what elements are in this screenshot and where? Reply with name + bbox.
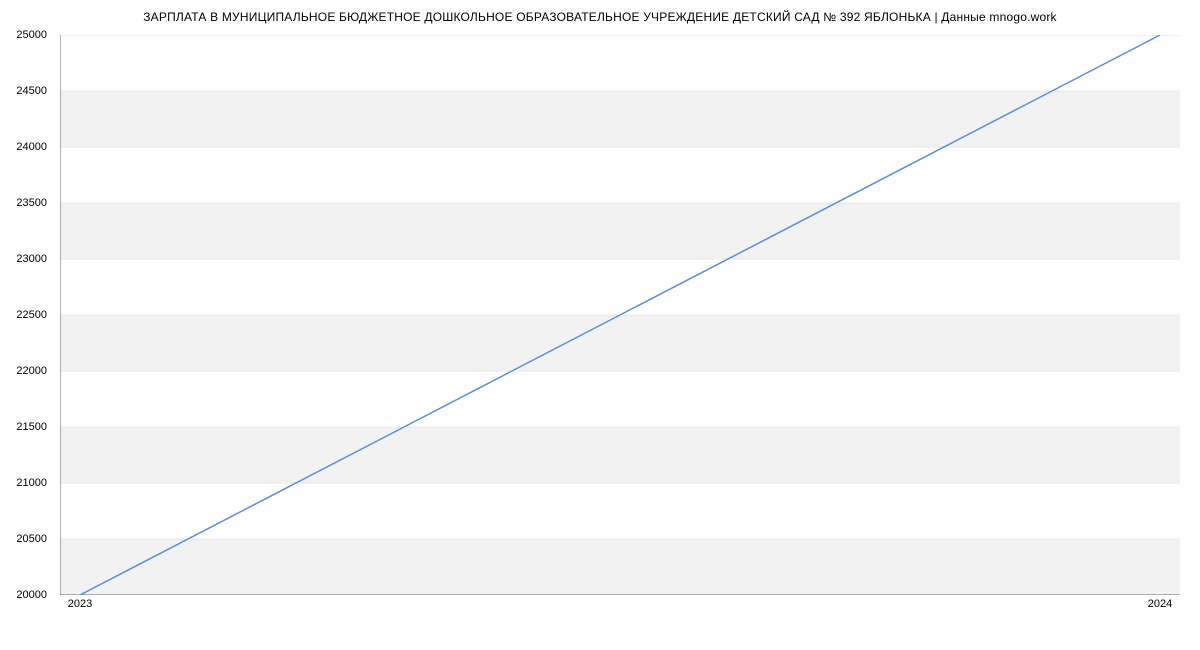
y-tick-label: 23000 bbox=[16, 253, 47, 265]
y-tick-label: 23500 bbox=[16, 197, 47, 209]
y-tick-label: 22000 bbox=[16, 365, 47, 377]
y-tick-label: 24000 bbox=[16, 141, 47, 153]
x-axis: 2023 2024 bbox=[60, 598, 1180, 618]
y-tick-label: 25000 bbox=[16, 29, 47, 41]
x-tick-label: 2023 bbox=[68, 598, 92, 610]
y-tick-label: 20500 bbox=[16, 533, 47, 545]
y-tick-label: 24500 bbox=[16, 85, 47, 97]
y-tick-label: 22500 bbox=[16, 309, 47, 321]
y-axis: 20000 20500 21000 21500 22000 22500 2300… bbox=[0, 35, 55, 595]
y-tick-label: 20000 bbox=[16, 589, 47, 601]
chart-title: ЗАРПЛАТА В МУНИЦИПАЛЬНОЕ БЮДЖЕТНОЕ ДОШКО… bbox=[0, 0, 1200, 24]
chart-svg bbox=[60, 35, 1180, 595]
chart-plot-area bbox=[60, 35, 1180, 595]
y-tick-label: 21500 bbox=[16, 421, 47, 433]
y-tick-label: 21000 bbox=[16, 477, 47, 489]
x-tick-label: 2024 bbox=[1148, 598, 1172, 610]
